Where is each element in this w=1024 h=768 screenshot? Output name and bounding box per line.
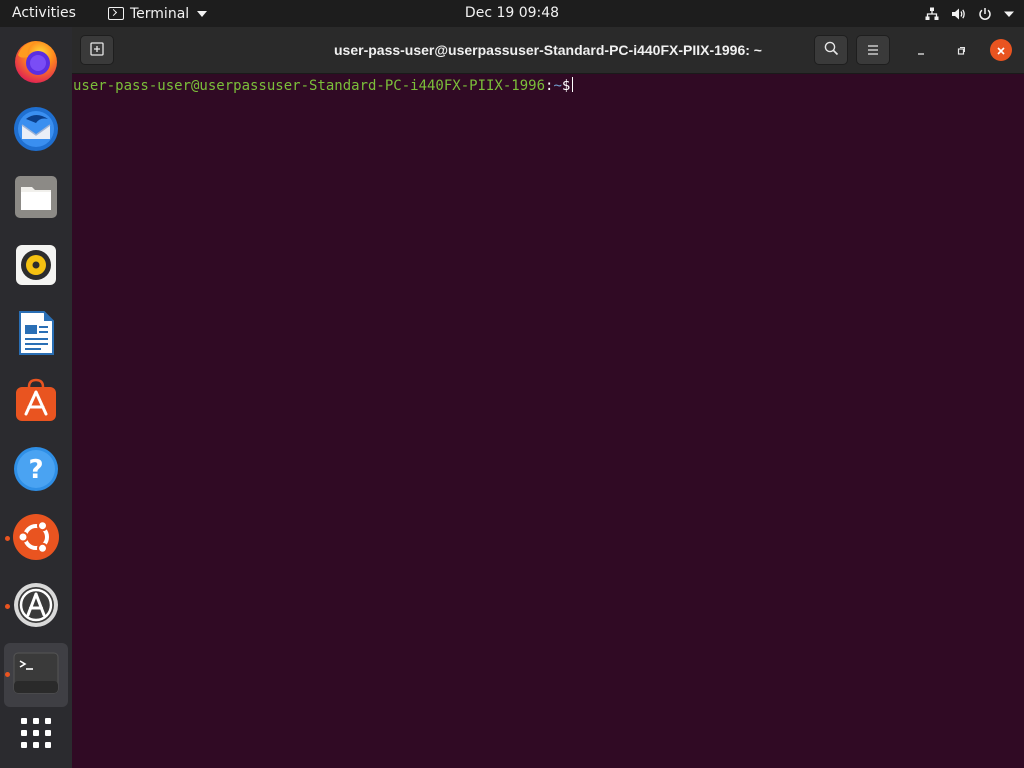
firefox-icon bbox=[12, 37, 60, 89]
close-icon bbox=[996, 41, 1006, 60]
window-title: user-pass-user@userpassuser-Standard-PC-… bbox=[334, 42, 762, 58]
menu-button[interactable] bbox=[856, 35, 890, 65]
activities-button[interactable]: Activities bbox=[12, 0, 76, 27]
files-icon bbox=[12, 173, 60, 225]
header-bar[interactable]: user-pass-user@userpassuser-Standard-PC-… bbox=[72, 27, 1024, 74]
dock-item-terminal[interactable] bbox=[4, 643, 68, 707]
help-icon: ? bbox=[12, 445, 60, 497]
maximize-icon bbox=[956, 41, 966, 60]
system-tray[interactable] bbox=[925, 0, 1014, 27]
ubuntu-icon bbox=[12, 513, 60, 565]
rhythmbox-icon bbox=[12, 241, 60, 293]
top-bar: Activities Terminal Dec 19 09:48 bbox=[0, 0, 1024, 27]
new-tab-icon bbox=[90, 41, 104, 60]
hamburger-menu-icon bbox=[866, 41, 880, 60]
network-icon[interactable] bbox=[925, 7, 939, 21]
text-cursor bbox=[572, 77, 574, 92]
show-applications-button[interactable] bbox=[4, 703, 68, 767]
maximize-button[interactable] bbox=[950, 39, 972, 61]
dock-item-thunderbird[interactable] bbox=[4, 99, 68, 163]
chevron-down-icon[interactable] bbox=[1004, 10, 1014, 18]
power-icon[interactable] bbox=[978, 7, 992, 21]
activities-label: Activities bbox=[12, 5, 76, 21]
minimize-button[interactable] bbox=[910, 39, 932, 61]
libreoffice-writer-icon bbox=[12, 309, 60, 361]
thunderbird-icon bbox=[12, 105, 60, 157]
prompt-symbol: $ bbox=[561, 78, 571, 94]
minimize-icon bbox=[916, 41, 926, 60]
dock-item-files[interactable] bbox=[4, 167, 68, 231]
dock-item-help[interactable]: ? bbox=[4, 439, 68, 503]
dock-item-ubuntu[interactable] bbox=[4, 507, 68, 571]
terminal-icon bbox=[12, 651, 60, 699]
dock-item-firefox[interactable] bbox=[4, 31, 68, 95]
app-menu[interactable]: Terminal bbox=[108, 0, 208, 27]
new-tab-button[interactable] bbox=[80, 35, 114, 65]
dock-item-software-updater[interactable] bbox=[4, 575, 68, 639]
running-indicator bbox=[5, 672, 10, 677]
prompt-path: ~ bbox=[553, 78, 562, 94]
ubuntu-software-icon bbox=[12, 377, 60, 429]
dock: ? bbox=[0, 27, 72, 768]
software-updater-icon bbox=[12, 581, 60, 633]
terminal-window: user-pass-user@userpassuser-Standard-PC-… bbox=[72, 27, 1024, 768]
app-menu-label: Terminal bbox=[130, 5, 190, 22]
running-indicator bbox=[5, 604, 10, 609]
clock[interactable]: Dec 19 09:48 bbox=[465, 5, 559, 21]
close-button[interactable] bbox=[990, 39, 1012, 61]
terminal-small-icon bbox=[108, 7, 124, 20]
volume-icon[interactable] bbox=[951, 7, 966, 21]
dock-item-libreoffice-writer[interactable] bbox=[4, 303, 68, 367]
dock-item-rhythmbox[interactable] bbox=[4, 235, 68, 299]
caret-down-icon bbox=[197, 10, 208, 17]
terminal-content[interactable]: user-pass-user@userpassuser-Standard-PC-… bbox=[72, 74, 1024, 768]
search-button[interactable] bbox=[814, 35, 848, 65]
prompt-user-host: user-pass-user@userpassuser-Standard-PC-… bbox=[73, 78, 546, 94]
running-indicator bbox=[5, 536, 10, 541]
show-apps-icon bbox=[20, 717, 52, 753]
dock-item-ubuntu-software[interactable] bbox=[4, 371, 68, 435]
search-icon bbox=[824, 41, 839, 60]
svg-text:?: ? bbox=[28, 455, 43, 485]
